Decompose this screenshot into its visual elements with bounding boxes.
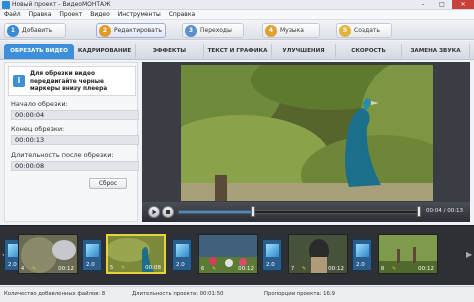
trim-hint-box: i Для обрезки видео передвигайте черные … <box>8 66 136 96</box>
step-number: 1 <box>7 24 19 37</box>
close-button[interactable]: ✕ <box>452 0 474 9</box>
step-create[interactable]: 5 Создать <box>336 23 392 38</box>
step-number: 4 <box>265 24 277 37</box>
status-duration: Длительность проекта: 00:01:50 <box>132 291 224 297</box>
info-icon: i <box>13 75 25 87</box>
menu-help[interactable]: Справка <box>165 10 199 19</box>
step-number: 5 <box>339 24 351 37</box>
transition-icon <box>176 244 189 257</box>
clip-thumbnail-selected[interactable]: 5 ✎ 00:08 <box>106 234 166 274</box>
window-title: Новый проект - ВидеоМОНТАЖ <box>12 1 111 8</box>
trim-end-marker[interactable] <box>417 206 421 217</box>
clip-duration: 00:12 <box>328 266 344 272</box>
trim-start-marker[interactable] <box>251 206 255 217</box>
clip-number: 4 <box>21 266 25 272</box>
app-icon <box>2 1 10 9</box>
step-bar: 1 Добавить 2 Редактировать 3 Переходы 4 … <box>0 20 474 40</box>
clip-thumbnail[interactable]: 4 ✎ 00:12 <box>18 234 78 274</box>
step-label: Добавить <box>22 27 53 34</box>
player-controls: 00:04 / 00:13 <box>142 202 470 222</box>
step-label: Переходы <box>200 27 232 34</box>
clip-duration: 00:08 <box>145 265 161 271</box>
menu-project[interactable]: Проект <box>55 10 86 19</box>
clip-thumbnail[interactable]: 7 ✎ 00:12 <box>288 234 348 274</box>
transition-duration: 2.0 <box>8 262 17 268</box>
trim-end-label: Конец обрезки: <box>11 125 65 133</box>
trim-panel: i Для обрезки видео передвигайте черные … <box>4 62 139 222</box>
tab-trim-video[interactable]: ОБРЕЗАТЬ ВИДЕО <box>4 44 74 59</box>
trim-start-field[interactable]: 00:00:04 <box>11 110 139 120</box>
clip-number: 7 <box>291 266 295 272</box>
seek-bar[interactable] <box>178 210 420 214</box>
maximize-button[interactable]: □ <box>433 0 451 9</box>
trim-hint-text: Для обрезки видео передвигайте черные ма… <box>30 71 108 92</box>
time-readout: 00:04 / 00:13 <box>426 208 464 214</box>
step-transitions[interactable]: 3 Переходы <box>182 23 244 38</box>
peacock-frame <box>181 65 433 201</box>
tab-effects[interactable]: ЭФФЕКТЫ <box>136 44 204 59</box>
clip-duration: 00:12 <box>418 266 434 272</box>
tab-speed[interactable]: СКОРОСТЬ <box>336 44 402 59</box>
clip-edit-icon: ✎ <box>32 266 37 272</box>
video-preview[interactable] <box>181 65 433 201</box>
step-label: Музыка <box>280 27 304 34</box>
step-music[interactable]: 4 Музыка <box>262 23 320 38</box>
clip-timeline: ◀ 2.0 4 ✎ 00:12 2.0 5 ✎ 00:08 2.0 6 ✎ 00… <box>0 225 474 285</box>
clip-thumbnail[interactable]: 6 ✎ 00:12 <box>198 234 258 274</box>
transition-tile[interactable]: 2.0 <box>352 239 372 271</box>
trim-duration-label: Длительность после обрезки: <box>11 151 114 159</box>
transition-icon <box>356 244 369 257</box>
trim-end-field[interactable]: 00:00:13 <box>11 135 139 145</box>
transition-tile[interactable]: 2.0 <box>262 239 282 271</box>
transition-icon <box>266 244 279 257</box>
transition-duration: 2.0 <box>176 262 185 268</box>
clip-duration: 00:12 <box>238 266 254 272</box>
status-bar: Количество добавленных файлов: 8 Длитель… <box>0 286 474 302</box>
status-ratio: Пропорции проекта: 16:9 <box>264 291 336 297</box>
transition-duration: 2.0 <box>86 262 95 268</box>
menu-edit[interactable]: Правка <box>25 10 56 19</box>
seek-progress <box>179 211 254 213</box>
step-add[interactable]: 1 Добавить <box>4 23 66 38</box>
clip-edit-icon: ✎ <box>212 266 217 272</box>
transition-duration: 2.0 <box>356 262 365 268</box>
clip-duration: 00:12 <box>58 266 74 272</box>
menu-tools[interactable]: Инструменты <box>114 10 165 19</box>
reset-button[interactable]: Сброс <box>89 178 127 189</box>
menu-file[interactable]: Файл <box>0 10 25 19</box>
minimize-button[interactable]: – <box>414 0 432 9</box>
stop-button[interactable] <box>162 206 174 218</box>
step-label: Создать <box>354 27 380 34</box>
step-number: 3 <box>185 24 197 37</box>
clip-edit-icon: ✎ <box>302 266 307 272</box>
clip-number: 5 <box>110 265 114 271</box>
transition-duration: 2.0 <box>266 262 275 268</box>
clip-number: 6 <box>201 266 205 272</box>
tab-text-graphics[interactable]: ТЕКСТ И ГРАФИКА <box>204 44 272 59</box>
trim-duration-field: 00:00:08 <box>11 161 139 171</box>
transition-tile[interactable]: 2.0 <box>172 239 192 271</box>
menu-video[interactable]: Видео <box>86 10 114 19</box>
transition-icon <box>86 244 99 257</box>
title-bar: Новый проект - ВидеоМОНТАЖ – □ ✕ <box>0 0 474 10</box>
step-label: Редактировать <box>114 27 162 34</box>
clip-edit-icon: ✎ <box>121 265 126 271</box>
tab-replace-audio[interactable]: ЗАМЕНА ЗВУКА <box>402 44 470 59</box>
tab-crop[interactable]: КАДРИРОВАНИЕ <box>74 44 136 59</box>
status-files: Количество добавленных файлов: 8 <box>4 291 106 297</box>
clip-number: 8 <box>381 266 385 272</box>
transition-tile[interactable]: 2.0 <box>82 239 102 271</box>
play-button[interactable] <box>148 206 160 218</box>
step-edit[interactable]: 2 Редактировать <box>96 23 166 38</box>
scroll-right-arrow[interactable]: ▶ <box>466 250 472 260</box>
tab-enhance[interactable]: УЛУЧШЕНИЯ <box>272 44 336 59</box>
edit-tabs: ОБРЕЗАТЬ ВИДЕО КАДРИРОВАНИЕ ЭФФЕКТЫ ТЕКС… <box>0 41 474 60</box>
clip-thumbnail[interactable]: 8 ✎ 00:12 <box>378 234 438 274</box>
menu-bar: Файл Правка Проект Видео Инструменты Спр… <box>0 10 474 20</box>
step-number: 2 <box>99 24 111 37</box>
trim-start-label: Начало обрезки: <box>11 100 68 108</box>
video-player: 00:04 / 00:13 <box>142 62 470 222</box>
clip-edit-icon: ✎ <box>392 266 397 272</box>
